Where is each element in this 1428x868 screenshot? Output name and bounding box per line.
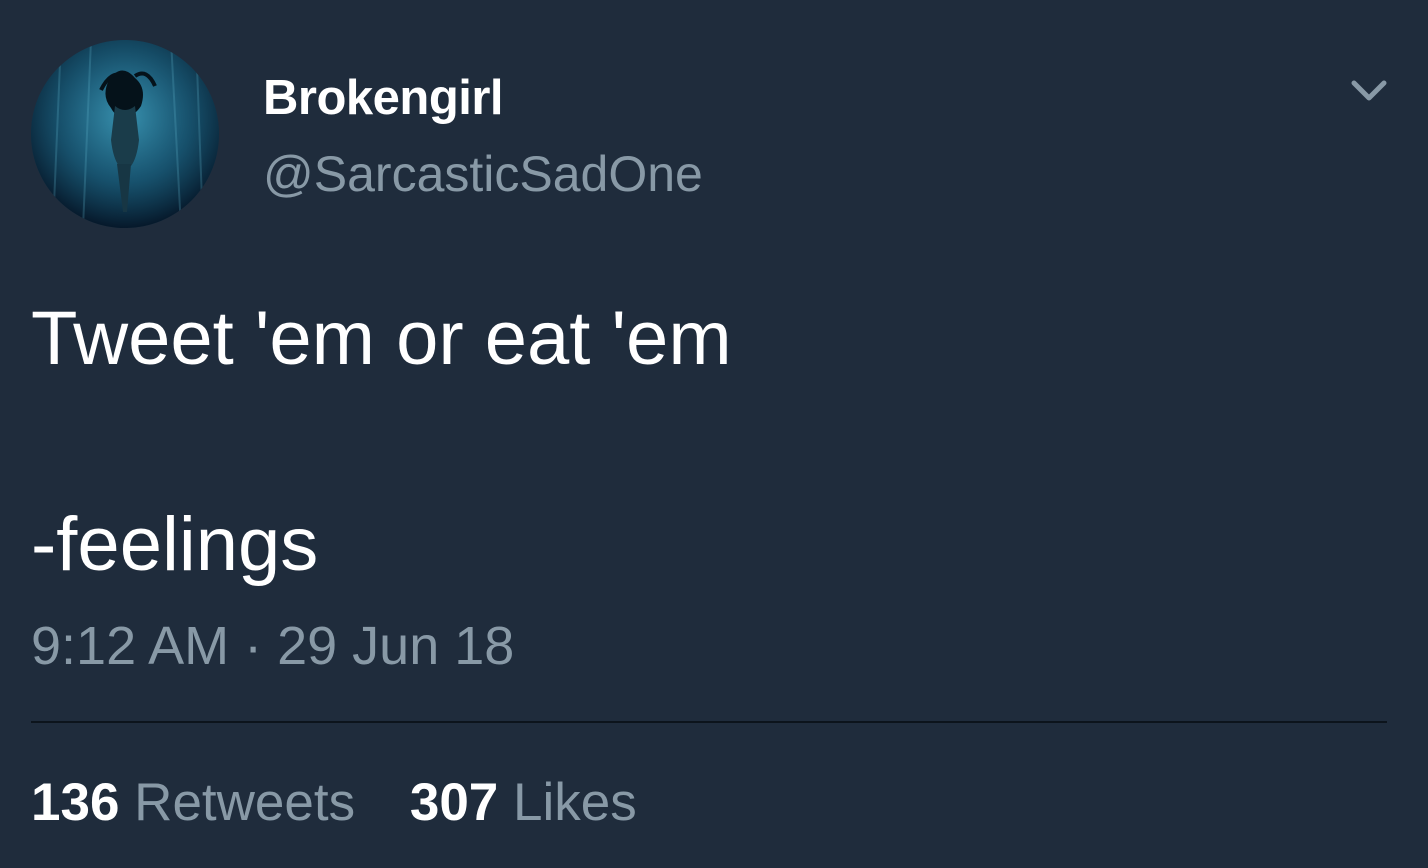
tweet-stats: 136 Retweets 307 Likes <box>31 772 677 833</box>
tweet-timestamp[interactable]: 9:12 AM · 29 Jun 18 <box>31 615 514 677</box>
tweet-card: Brokengirl @SarcasticSadOne Tweet 'em or… <box>0 0 1428 868</box>
likes-label: Likes <box>513 773 637 832</box>
avatar-image <box>31 40 219 228</box>
divider <box>31 721 1387 723</box>
likes-count: 307 <box>409 773 499 832</box>
tweet-text: Tweet 'em or eat 'em -feelings <box>31 296 732 587</box>
display-name[interactable]: Brokengirl <box>263 70 504 126</box>
avatar[interactable] <box>31 40 219 228</box>
retweets-stat[interactable]: 136 Retweets <box>31 772 355 833</box>
likes-stat[interactable]: 307 Likes <box>410 772 637 833</box>
chevron-down-icon[interactable] <box>1350 78 1388 104</box>
retweets-count: 136 <box>31 773 120 832</box>
user-handle[interactable]: @SarcasticSadOne <box>263 145 703 203</box>
retweets-label: Retweets <box>134 773 356 832</box>
